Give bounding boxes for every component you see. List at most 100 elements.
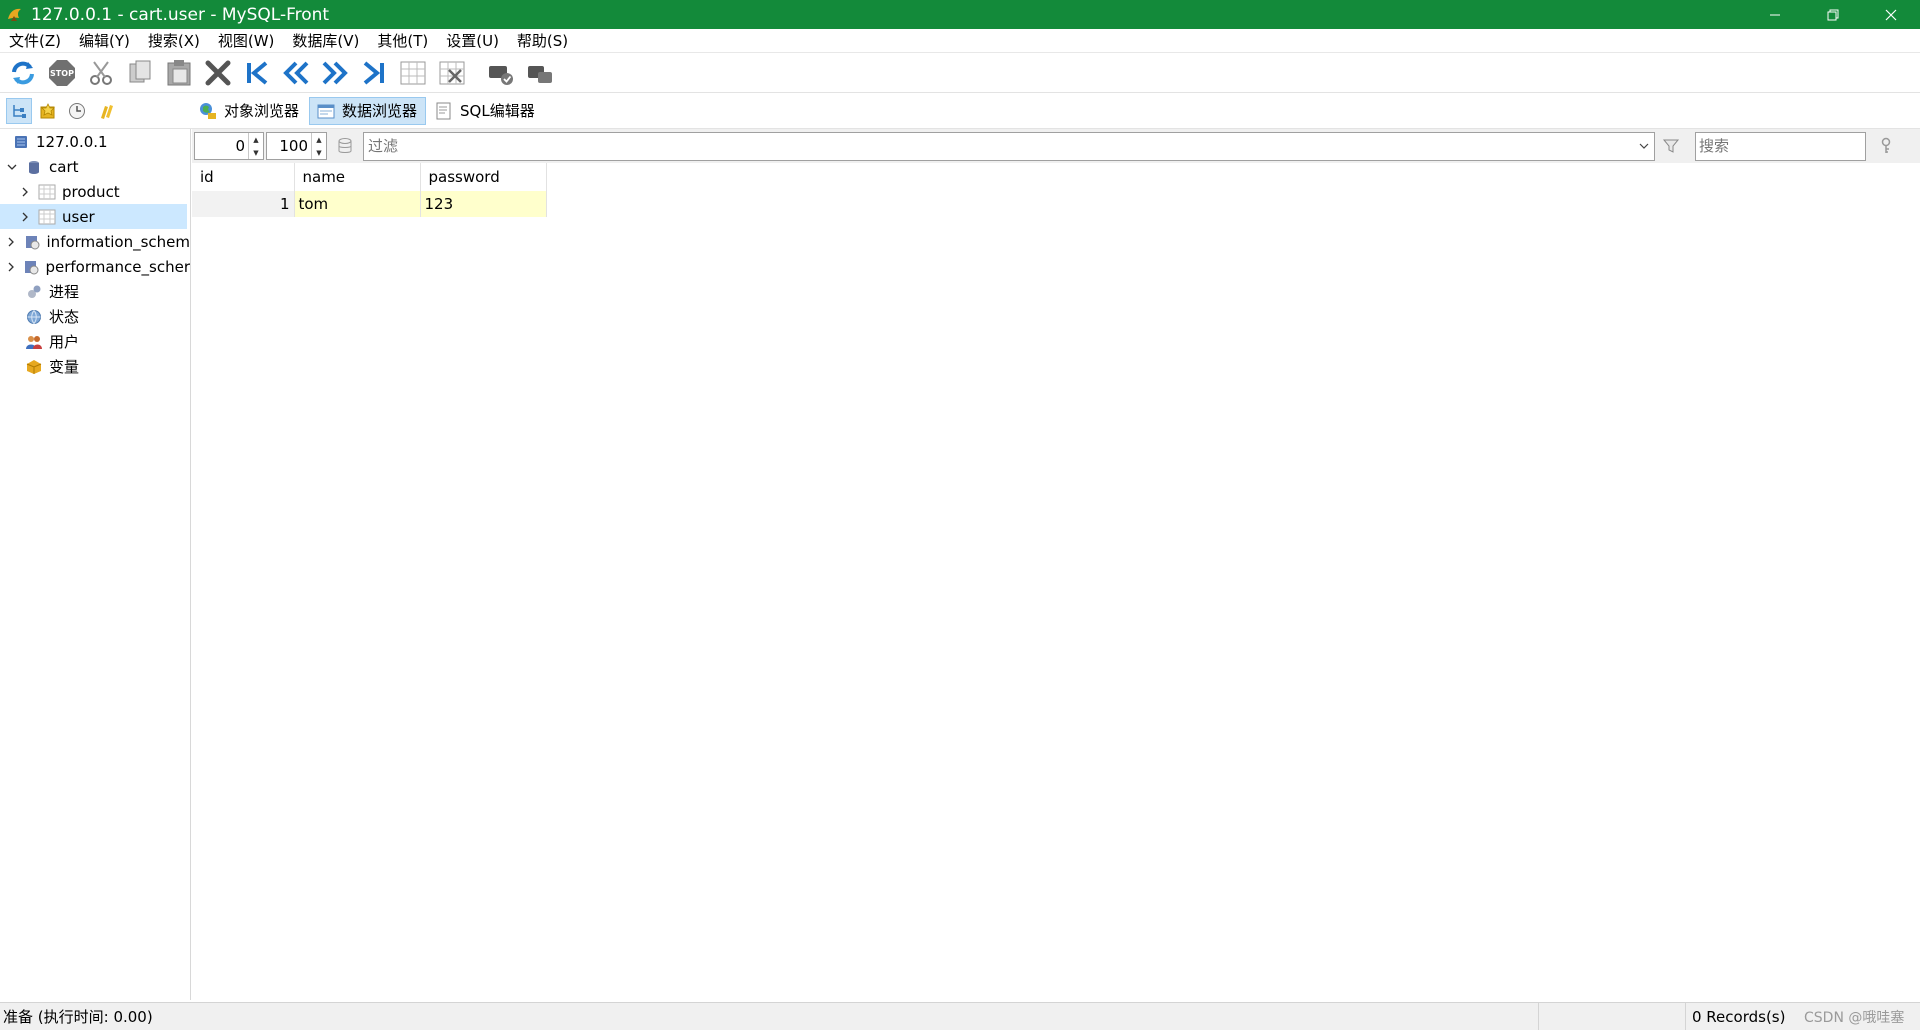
history-button[interactable] [64, 98, 90, 124]
tree-node-table-user[interactable]: user [0, 204, 187, 229]
tree-node-server-label: 127.0.0.1 [36, 132, 108, 151]
chevron-right-icon[interactable] [5, 235, 18, 249]
tree-node-table-product[interactable]: product [0, 179, 190, 204]
chevron-down-icon[interactable] [1634, 140, 1654, 152]
tree-node-processes[interactable]: 进程 [0, 279, 190, 304]
menu-search[interactable]: 搜索(X) [139, 30, 209, 51]
tree-node-label: 进程 [49, 283, 80, 301]
column-header-name[interactable]: name [294, 163, 421, 191]
tree-node-label: 变量 [49, 358, 80, 376]
cancel-record-button[interactable] [523, 56, 557, 90]
search-input[interactable] [1696, 137, 1865, 155]
copy-button[interactable] [123, 56, 157, 90]
minimize-button[interactable] [1746, 0, 1804, 29]
table-row[interactable]: 1 tom 123 [192, 191, 547, 217]
cell-id[interactable]: 1 [192, 191, 295, 217]
chevron-right-icon[interactable] [18, 185, 32, 199]
apply-filter-button[interactable] [1659, 134, 1683, 158]
stepper-down-icon[interactable]: ▼ [249, 146, 263, 159]
svg-text:STOP: STOP [50, 69, 74, 78]
keys-icon [101, 104, 113, 119]
close-button[interactable] [1862, 0, 1920, 29]
stepper-down-icon[interactable]: ▼ [312, 146, 326, 159]
filter-combobox[interactable] [363, 131, 1655, 161]
chevron-down-icon[interactable] [5, 160, 19, 174]
object-browser-icon [200, 102, 216, 119]
refresh-button[interactable] [6, 56, 40, 90]
cell-name[interactable]: tom [294, 191, 421, 217]
tab-object-browser-label: 对象浏览器 [224, 102, 300, 120]
menu-view[interactable]: 视图(W) [209, 30, 284, 51]
tab-data-browser[interactable]: 数据浏览器 [309, 96, 427, 125]
stop-button[interactable]: STOP [45, 56, 79, 90]
menu-edit[interactable]: 编辑(Y) [70, 30, 139, 51]
table-icon [38, 208, 56, 226]
variables-icon [25, 358, 43, 376]
menu-database[interactable]: 数据库(V) [283, 30, 368, 51]
stop-icon: STOP [49, 59, 75, 86]
quick-access-button[interactable] [93, 98, 119, 124]
title-bar: 127.0.0.1 - cart.user - MySQL-Front [0, 0, 1920, 29]
cut-button[interactable] [84, 56, 118, 90]
window-title: 127.0.0.1 - cart.user - MySQL-Front [31, 4, 330, 25]
tree-view-button[interactable] [6, 97, 32, 124]
globe-icon [25, 308, 43, 326]
processes-icon [25, 283, 43, 301]
restore-button[interactable] [1804, 0, 1862, 29]
search-box[interactable] [1695, 131, 1866, 161]
favorites-button[interactable] [35, 98, 61, 124]
database-tree: 127.0.0.1 cart product user information_… [0, 129, 191, 1000]
menu-file[interactable]: 文件(Z) [0, 30, 70, 51]
column-header-password[interactable]: password [420, 163, 547, 191]
system-database-icon [24, 233, 41, 251]
column-header-id[interactable]: id [192, 163, 295, 191]
tree-node-database-performance-schema[interactable]: performance_scher [0, 254, 190, 279]
menu-help[interactable]: 帮助(S) [508, 30, 577, 51]
insert-record-button[interactable] [396, 56, 430, 90]
tab-object-browser[interactable]: 对象浏览器 [192, 97, 307, 125]
sidebar-tools [0, 97, 192, 124]
delete-record-button[interactable] [435, 56, 469, 90]
tree-node-server[interactable]: 127.0.0.1 [0, 129, 190, 154]
tree-node-label: 用户 [49, 333, 80, 351]
limit-stepper[interactable]: ▲▼ [266, 132, 327, 160]
stepper-up-icon[interactable]: ▲ [312, 133, 326, 146]
chevron-right-icon[interactable] [18, 210, 32, 224]
system-database-icon [23, 258, 39, 276]
limit-input[interactable] [267, 133, 311, 159]
next-page-button[interactable] [318, 56, 352, 90]
first-record-button[interactable] [240, 56, 274, 90]
paste-icon [167, 59, 191, 85]
tree-view-icon [13, 104, 26, 118]
menu-other[interactable]: 其他(T) [368, 30, 437, 51]
watermark: CSDN @哦哇塞 [1804, 1009, 1905, 1026]
post-record-button[interactable] [484, 56, 518, 90]
tab-data-browser-label: 数据浏览器 [342, 102, 418, 120]
delete-button[interactable] [201, 56, 235, 90]
stepper-up-icon[interactable]: ▲ [249, 133, 263, 146]
delete-record-icon [439, 61, 465, 84]
chevron-right-icon[interactable] [5, 260, 17, 274]
offset-stepper[interactable]: ▲▼ [194, 132, 264, 160]
status-message: 准备 (执行时间: 0.00) [0, 1003, 1539, 1030]
menu-settings[interactable]: 设置(U) [437, 30, 508, 51]
limit-apply-button[interactable] [333, 134, 357, 158]
offset-input[interactable] [195, 133, 248, 159]
tree-node-database-label: performance_scher [45, 257, 190, 276]
paste-button[interactable] [162, 56, 196, 90]
status-panel [1539, 1003, 1686, 1030]
cell-password[interactable]: 123 [420, 191, 547, 217]
tab-sql-editor[interactable]: SQL编辑器 [428, 97, 543, 125]
tree-node-status[interactable]: 状态 [0, 304, 190, 329]
tab-sql-editor-label: SQL编辑器 [460, 102, 535, 120]
previous-page-button[interactable] [279, 56, 313, 90]
tree-node-database-information-schema[interactable]: information_schem [0, 229, 190, 254]
tree-node-users[interactable]: 用户 [0, 329, 190, 354]
tree-node-database-cart[interactable]: cart [0, 154, 190, 179]
tree-node-table-label: user [62, 207, 95, 226]
refresh-icon [12, 61, 34, 84]
last-record-button[interactable] [357, 56, 391, 90]
filter-input[interactable] [364, 137, 1634, 155]
tree-node-variables[interactable]: 变量 [0, 354, 190, 379]
search-button[interactable] [1874, 134, 1898, 158]
